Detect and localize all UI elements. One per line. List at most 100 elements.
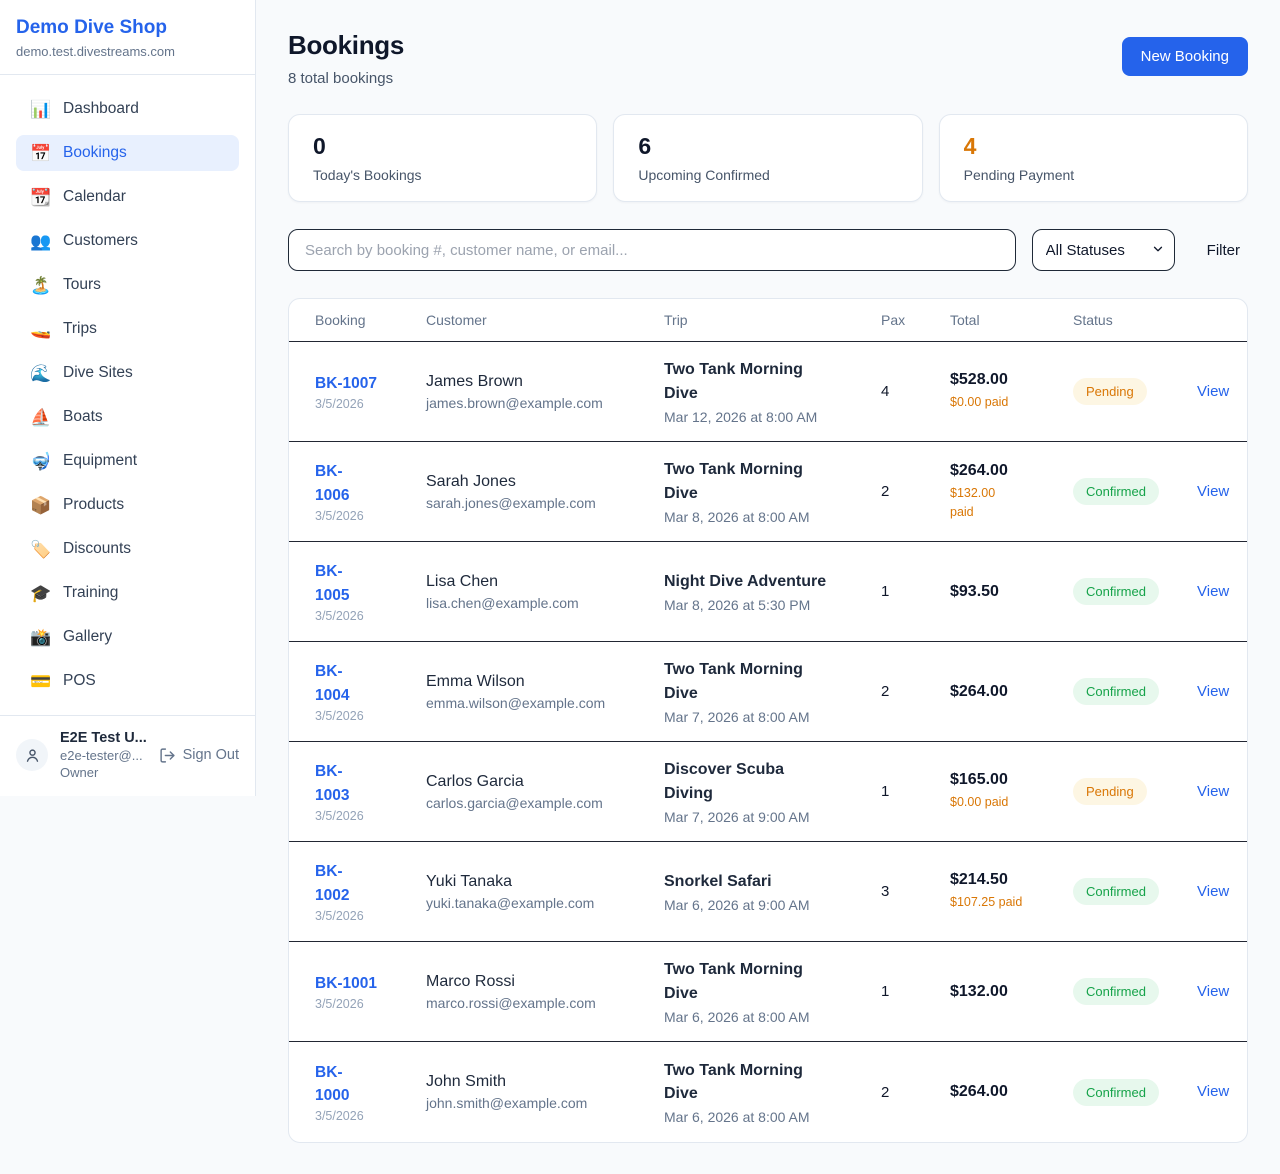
sidebar-item-discounts[interactable]: 🏷️ Discounts xyxy=(16,531,239,567)
sidebar-item-tours[interactable]: 🏝️ Tours xyxy=(16,267,239,303)
status-badge: Pending xyxy=(1073,378,1147,405)
sidebar-item-label: Dive Sites xyxy=(63,364,133,382)
sidebar-item-dashboard[interactable]: 📊 Dashboard xyxy=(16,91,239,127)
sign-out-button[interactable]: Sign Out xyxy=(159,747,239,764)
sidebar-item-gallery[interactable]: 📸 Gallery xyxy=(16,619,239,655)
sidebar-item-label: Gallery xyxy=(63,628,112,646)
booking-id-link[interactable]: BK- 1000 xyxy=(315,1061,416,1108)
sidebar-item-training[interactable]: 🎓 Training xyxy=(16,575,239,611)
booking-id-link[interactable]: BK- 1004 xyxy=(315,660,416,707)
sidebar-item-trips[interactable]: 🚤 Trips xyxy=(16,311,239,347)
booking-cell: BK-1007 3/5/2026 xyxy=(289,372,426,411)
booking-id-link[interactable]: BK- 1005 xyxy=(315,560,416,607)
customer-email: sarah.jones@example.com xyxy=(426,495,650,511)
booking-date: 3/5/2026 xyxy=(315,509,416,523)
stat-card: 6 Upcoming Confirmed xyxy=(613,114,922,202)
col-header-pax: Pax xyxy=(881,312,950,328)
view-link[interactable]: View xyxy=(1197,683,1229,700)
sidebar-item-label: Products xyxy=(63,496,124,514)
view-link[interactable]: View xyxy=(1197,583,1229,600)
total-amount: $214.50 xyxy=(950,871,1059,889)
customer-name: Emma Wilson xyxy=(426,673,650,691)
stats-row: 0 Today's Bookings 6 Upcoming Confirmed … xyxy=(288,114,1248,202)
view-cell: View xyxy=(1197,1083,1247,1101)
view-link[interactable]: View xyxy=(1197,1083,1229,1100)
table-row: BK- 1006 3/5/2026 Sarah Jones sarah.jone… xyxy=(289,442,1247,542)
view-link[interactable]: View xyxy=(1197,483,1229,500)
user-name: E2E Test U... xyxy=(60,730,147,746)
booking-cell: BK- 1000 3/5/2026 xyxy=(289,1061,426,1124)
customer-email: james.brown@example.com xyxy=(426,395,650,411)
pax-value: 3 xyxy=(881,883,950,900)
trip-name: Discover Scuba Diving xyxy=(664,758,867,804)
status-cell: Confirmed xyxy=(1073,1079,1197,1106)
calendar-icon: 📅 xyxy=(30,145,50,162)
booking-cell: BK- 1003 3/5/2026 xyxy=(289,760,426,823)
view-link[interactable]: View xyxy=(1197,983,1229,1000)
trip-time: Mar 6, 2026 at 8:00 AM xyxy=(664,1109,867,1125)
table-row: BK- 1002 3/5/2026 Yuki Tanaka yuki.tanak… xyxy=(289,842,1247,942)
pax-value: 1 xyxy=(881,583,950,600)
trip-time: Mar 8, 2026 at 8:00 AM xyxy=(664,509,867,525)
trip-time: Mar 7, 2026 at 8:00 AM xyxy=(664,709,867,725)
trip-name: Two Tank Morning Dive xyxy=(664,658,867,704)
status-filter-select[interactable]: All Statuses xyxy=(1032,229,1175,271)
table-row: BK-1007 3/5/2026 James Brown james.brown… xyxy=(289,342,1247,442)
new-booking-button[interactable]: New Booking xyxy=(1122,37,1248,76)
person-icon xyxy=(24,747,41,764)
booking-id-link[interactable]: BK-1007 xyxy=(315,372,416,395)
filter-row: All Statuses Filter xyxy=(288,229,1248,271)
table-row: BK- 1005 3/5/2026 Lisa Chen lisa.chen@ex… xyxy=(289,542,1247,642)
sidebar-item-label: Bookings xyxy=(63,144,127,162)
sidebar: Demo Dive Shop demo.test.divestreams.com… xyxy=(0,0,256,796)
total-cell: $214.50 $107.25 paid xyxy=(950,871,1073,911)
sidebar-item-boats[interactable]: ⛵ Boats xyxy=(16,399,239,435)
table-row: BK- 1000 3/5/2026 John Smith john.smith@… xyxy=(289,1042,1247,1142)
wave-icon: 🌊 xyxy=(30,365,50,382)
total-amount: $264.00 xyxy=(950,1083,1059,1101)
status-badge: Confirmed xyxy=(1073,978,1159,1005)
pax-value: 2 xyxy=(881,483,950,500)
sidebar-item-bookings[interactable]: 📅 Bookings xyxy=(16,135,239,171)
customer-cell: Marco Rossi marco.rossi@example.com xyxy=(426,973,664,1011)
trip-name: Two Tank Morning Dive xyxy=(664,958,867,1004)
total-amount: $132.00 xyxy=(950,983,1059,1001)
customer-name: Sarah Jones xyxy=(426,473,650,491)
filter-button[interactable]: Filter xyxy=(1199,234,1248,267)
sidebar-item-dive-sites[interactable]: 🌊 Dive Sites xyxy=(16,355,239,391)
booking-id-link[interactable]: BK- 1006 xyxy=(315,460,416,507)
status-cell: Pending xyxy=(1073,378,1197,405)
people-icon: 👥 xyxy=(30,233,50,250)
col-header-customer: Customer xyxy=(426,312,664,328)
total-amount: $528.00 xyxy=(950,371,1059,389)
view-cell: View xyxy=(1197,383,1247,401)
booking-id-link[interactable]: BK- 1003 xyxy=(315,760,416,807)
sidebar-nav: 📊 Dashboard 📅 Bookings 📆 Calendar 👥 Cust… xyxy=(0,75,255,715)
trip-cell: Discover Scuba Diving Mar 7, 2026 at 9:0… xyxy=(664,758,881,824)
view-link[interactable]: View xyxy=(1197,383,1229,400)
customer-name: John Smith xyxy=(426,1073,650,1091)
log-out-icon xyxy=(159,747,176,764)
customer-email: john.smith@example.com xyxy=(426,1095,650,1111)
sidebar-user-footer: E2E Test U... e2e-tester@... Owner Sign … xyxy=(0,715,255,796)
shop-name-link[interactable]: Demo Dive Shop xyxy=(16,17,239,39)
sidebar-item-equipment[interactable]: 🤿 Equipment xyxy=(16,443,239,479)
sidebar-item-calendar[interactable]: 📆 Calendar xyxy=(16,179,239,215)
trip-name: Two Tank Morning Dive xyxy=(664,358,867,404)
sidebar-item-pos[interactable]: 💳 POS xyxy=(16,663,239,699)
status-cell: Confirmed xyxy=(1073,878,1197,905)
view-link[interactable]: View xyxy=(1197,783,1229,800)
booking-date: 3/5/2026 xyxy=(315,809,416,823)
paid-amount: $132.00 paid xyxy=(950,484,1059,520)
trip-name: Two Tank Morning Dive xyxy=(664,458,867,504)
status-badge: Confirmed xyxy=(1073,678,1159,705)
sidebar-item-customers[interactable]: 👥 Customers xyxy=(16,223,239,259)
sidebar-item-products[interactable]: 📦 Products xyxy=(16,487,239,523)
total-cell: $264.00 xyxy=(950,683,1073,701)
booking-id-link[interactable]: BK-1001 xyxy=(315,972,416,995)
trip-cell: Two Tank Morning Dive Mar 7, 2026 at 8:0… xyxy=(664,658,881,724)
search-input[interactable] xyxy=(288,229,1016,271)
booking-id-link[interactable]: BK- 1002 xyxy=(315,860,416,907)
view-link[interactable]: View xyxy=(1197,883,1229,900)
total-cell: $132.00 xyxy=(950,983,1073,1001)
